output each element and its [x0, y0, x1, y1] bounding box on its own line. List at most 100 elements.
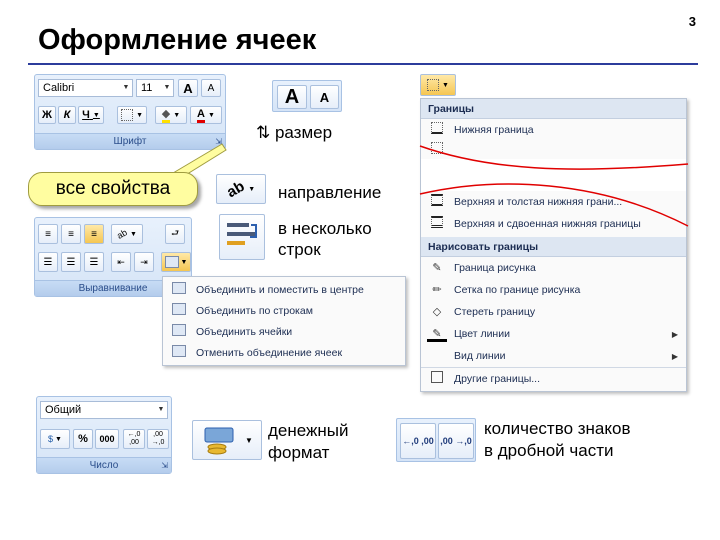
merge-menu-item[interactable]: Объединить по строкам — [163, 300, 405, 321]
menu-item-label: Объединить по строкам — [196, 304, 313, 317]
currency-caption-line2: формат — [268, 443, 330, 462]
font-name-combo[interactable]: Calibri ▼ — [38, 79, 133, 97]
decrease-indent-button[interactable]: ⇤ — [111, 252, 131, 272]
borders-menu-item[interactable]: ✎ Граница рисунка — [421, 257, 686, 279]
decrease-decimal-button-large[interactable]: ,00 →,0 — [438, 423, 474, 459]
decimal-caption-line2: в дробной части — [484, 441, 614, 460]
line-style-icon — [427, 348, 447, 364]
borders-button[interactable]: ▼ — [117, 106, 147, 124]
size-buttons: A A — [272, 80, 342, 112]
borders-menu-item[interactable]: ✏ Сетка по границе рисунка — [421, 279, 686, 301]
wrap-text-button[interactable] — [219, 214, 265, 260]
currency-caption-line1: денежный — [268, 421, 349, 440]
orientation-icon: ab — [223, 177, 248, 201]
align-right-button[interactable]: ☰ — [84, 252, 104, 272]
menu-item-label: Граница рисунка — [454, 262, 536, 274]
merge-across-icon — [169, 302, 189, 319]
orientation-caption: направление — [278, 183, 382, 202]
draw-borders-header: Нарисовать границы — [421, 237, 686, 257]
borders-menu-header: Границы — [421, 99, 686, 119]
chevron-down-icon: ▼ — [157, 406, 165, 413]
font-size-combo[interactable]: 11 ▼ — [136, 79, 174, 97]
increase-decimal-button[interactable]: ←,0 ,00 — [123, 429, 145, 449]
orientation-button-small[interactable]: ab ▼ — [111, 224, 143, 244]
align-center-button[interactable]: ☰ — [61, 252, 81, 272]
grow-font-label-large: A — [284, 85, 300, 108]
grow-font-button-large[interactable]: A — [277, 85, 307, 109]
increase-indent-icon: ⇥ — [140, 256, 148, 267]
align-left-button[interactable]: ☰ — [38, 252, 58, 272]
number-format-combo[interactable]: Общий ▼ — [40, 401, 168, 419]
merge-cells-icon — [169, 323, 189, 340]
merge-menu: Объединить и поместить в центре Объедини… — [162, 276, 406, 366]
align-middle-button[interactable]: ≡ — [61, 224, 81, 244]
merge-cells-button[interactable]: ▼ — [161, 252, 191, 272]
submenu-arrow-icon: ▶ — [671, 351, 678, 361]
borders-menu-item[interactable]: Другие границы... — [421, 367, 686, 389]
italic-button[interactable]: К — [58, 106, 76, 124]
align-bottom-button[interactable]: ≡ — [84, 224, 104, 244]
wrap-caption-line1: в несколько — [278, 219, 372, 238]
grow-font-label: A — [183, 80, 193, 96]
number-format-value: Общий — [45, 404, 82, 416]
underline-button[interactable]: Ч ▼ — [78, 106, 104, 124]
align-top-icon: ≡ — [45, 228, 51, 240]
menu-item-label: Другие границы... — [454, 372, 541, 385]
wrap-text-button-small[interactable]: ⮐ — [165, 224, 185, 244]
dialog-launcher-icon[interactable]: ⇲ — [161, 461, 168, 470]
shrink-font-button[interactable]: A — [201, 79, 221, 97]
decrease-decimal-label: ,00 →,0 — [151, 431, 165, 446]
orientation-icon: ab — [115, 227, 129, 241]
font-color-button[interactable]: A ▼ — [190, 106, 222, 124]
chevron-down-icon: ▼ — [173, 111, 181, 119]
thousands-label: 000 — [99, 434, 115, 444]
currency-button-small[interactable]: $ ▼ — [40, 429, 70, 449]
menu-item-label: Сетка по границе рисунка — [454, 284, 581, 296]
decrease-indent-icon: ⇤ — [117, 256, 125, 267]
paint-bucket-icon: ◆ — [161, 107, 171, 123]
chevron-down-icon: ▼ — [122, 84, 130, 91]
chevron-down-icon: ▼ — [163, 84, 171, 91]
shrink-font-label-large: A — [319, 89, 330, 105]
increase-decimal-button-large[interactable]: ←,0 ,00 — [400, 423, 436, 459]
currency-format-button[interactable]: ▼ — [192, 420, 262, 460]
decimal-caption-line1: количество знаков — [484, 419, 631, 438]
orientation-button[interactable]: ab ▼ — [216, 174, 266, 204]
merge-menu-item[interactable]: Отменить объединение ячеек — [163, 342, 405, 363]
shrink-font-button-large[interactable]: A — [310, 85, 339, 109]
borders-menu-item[interactable]: ◇ Стереть границу — [421, 301, 686, 323]
all-properties-callout: все свойства — [28, 172, 198, 206]
increase-decimal-label-large: ←,0 ,00 — [402, 435, 434, 446]
borders-menu-item[interactable]: Вид линии ▶ — [421, 345, 686, 367]
font-color-label: A — [197, 108, 205, 123]
chevron-down-icon: ▼ — [180, 258, 188, 266]
borders-dropdown-button[interactable]: ▼ — [420, 74, 456, 96]
align-top-button[interactable]: ≡ — [38, 224, 58, 244]
wrap-text-icon — [227, 223, 257, 245]
increase-decimal-label: ←,0 ,00 — [127, 431, 141, 446]
number-group-label: Число — [37, 457, 171, 473]
unmerge-cells-icon — [169, 344, 189, 361]
grow-font-button[interactable]: A — [178, 79, 198, 97]
menu-item-label: Объединить ячейки — [196, 325, 293, 338]
merge-menu-item[interactable]: Объединить и поместить в центре — [163, 279, 405, 300]
title-rule — [28, 63, 698, 65]
increase-indent-button[interactable]: ⇥ — [134, 252, 154, 272]
align-center-icon: ☰ — [66, 256, 76, 268]
italic-label: К — [63, 109, 71, 121]
menu-item-label: Отменить объединение ячеек — [196, 346, 343, 359]
merge-menu-item[interactable]: Объединить ячейки — [163, 321, 405, 342]
chevron-down-icon: ▼ — [208, 111, 215, 119]
fill-color-button[interactable]: ◆ ▼ — [155, 106, 187, 124]
align-left-icon: ☰ — [43, 256, 53, 268]
decrease-decimal-button[interactable]: ,00 →,0 — [147, 429, 169, 449]
decrease-decimal-label-large: ,00 →,0 — [440, 435, 472, 446]
font-size-value: 11 — [141, 82, 153, 94]
thousands-button[interactable]: 000 — [95, 429, 119, 449]
borders-menu-item[interactable]: ✎ Цвет линии ▶ — [421, 323, 686, 345]
bold-button[interactable]: Ж — [38, 106, 56, 124]
number-group: Общий ▼ $ ▼ % 000 ←,0 ,00 ,00 →,0 Число ⇲ — [36, 396, 172, 474]
underline-label: Ч — [82, 109, 90, 121]
percent-button[interactable]: % — [73, 429, 93, 449]
size-caption: ⇅ размер — [256, 123, 333, 142]
